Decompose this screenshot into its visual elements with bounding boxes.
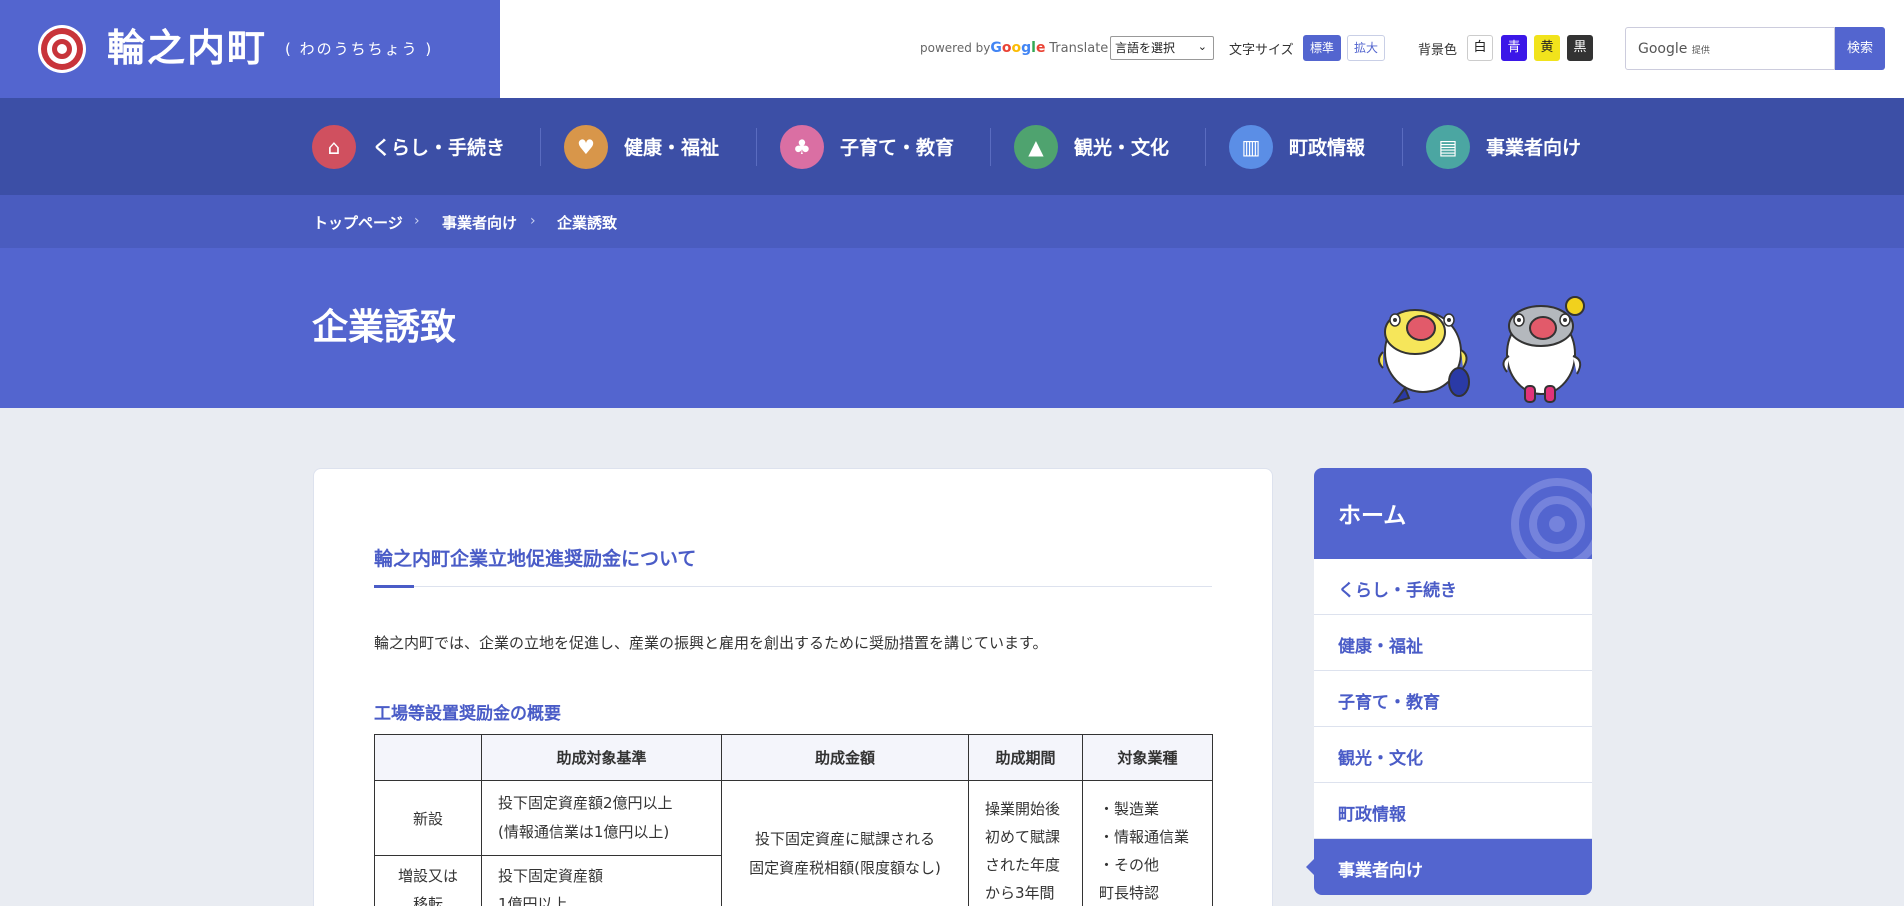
- search-input[interactable]: Google 提供: [1625, 27, 1835, 70]
- gnav-label: 観光・文化: [1074, 137, 1170, 159]
- language-select-value: 言語を選択: [1115, 41, 1176, 55]
- bg-color-label: 背景色: [1418, 43, 1458, 58]
- mountain-icon: ▲: [1014, 125, 1058, 169]
- gnav-label: 健康・福祉: [624, 137, 720, 159]
- table-header-industry: 対象業種: [1082, 734, 1213, 781]
- bg-blue-button[interactable]: 青: [1501, 35, 1527, 61]
- briefcase-icon: ▤: [1426, 125, 1470, 169]
- site-title-kana: ( わのうちちょう ): [285, 40, 434, 58]
- chevron-right-icon: ›: [530, 213, 536, 229]
- sidebar-item-label: 子育て・教育: [1338, 693, 1440, 713]
- criteria-new: 投下固定資産額2億円以上 (情報通信業は1億円以上): [481, 780, 722, 856]
- nav-divider: [540, 128, 541, 166]
- text-size-large-button[interactable]: 拡大: [1347, 35, 1386, 61]
- active-pointer: [1306, 859, 1314, 875]
- amount-cell: 投下固定資産に賦課される 固定資産税相額(限度額なし): [721, 780, 969, 906]
- nav-divider: [990, 128, 991, 166]
- building-icon: ▥: [1229, 125, 1273, 169]
- main-content-card: 輪之内町企業立地促進奨励金について 輪之内町では、企業の立地を促進し、産業の振興…: [313, 468, 1273, 906]
- table-header-empty: [374, 734, 482, 781]
- town-emblem-icon: [38, 25, 86, 73]
- bg-black-button[interactable]: 黒: [1567, 35, 1593, 61]
- gnav-label: 子育て・教育: [840, 137, 955, 159]
- sidebar-item-health[interactable]: 健康・福祉: [1314, 615, 1592, 671]
- site-logo-area[interactable]: 輪之内町 ( わのうちちょう ): [0, 0, 500, 98]
- language-select[interactable]: 言語を選択 ⌄: [1110, 36, 1214, 60]
- sidebar-item-town-govt[interactable]: 町政情報: [1314, 783, 1592, 839]
- heart-hand-icon: ♥: [564, 125, 608, 169]
- mascot-gray-fish-image: [1502, 296, 1585, 403]
- sidebar-home[interactable]: ホーム: [1314, 468, 1592, 559]
- bg-white-button[interactable]: 白: [1467, 35, 1493, 61]
- section-heading: 輪之内町企業立地促進奨励金について: [374, 548, 697, 570]
- breadcrumb-top[interactable]: トップページ: [313, 212, 403, 233]
- house-icon: ⌂: [312, 125, 356, 169]
- sidebar-item-label: 観光・文化: [1338, 749, 1423, 769]
- search-button[interactable]: 検索: [1835, 27, 1885, 70]
- sidebar-item-label: 町政情報: [1338, 805, 1406, 825]
- page-title: 企業誘致: [312, 307, 457, 348]
- chevron-right-icon: ›: [414, 213, 420, 229]
- subsection-heading: 工場等設置奨励金の概要: [374, 704, 561, 724]
- nav-divider: [756, 128, 757, 166]
- sidebar-item-label: 健康・福祉: [1338, 637, 1423, 657]
- sidebar-item-tourism[interactable]: 観光・文化: [1314, 727, 1592, 783]
- gnav-label: 事業者向け: [1486, 137, 1582, 159]
- sidebar-item-business[interactable]: 事業者向け: [1306, 839, 1592, 895]
- table-header-amount: 助成金額: [721, 734, 969, 781]
- mascot-yellow-fish-image: [1378, 309, 1470, 404]
- sidebar-home-label: ホーム: [1338, 503, 1407, 529]
- heading-divider: [374, 586, 1212, 587]
- search-placeholder: Google 提供: [1638, 41, 1710, 57]
- table-header-row: 助成対象基準 助成金額 助成期間 対象業種: [374, 734, 1213, 781]
- nav-divider: [1205, 128, 1206, 166]
- page-title-band: 企業誘致: [0, 248, 1904, 408]
- text-size-label: 文字サイズ: [1229, 43, 1294, 58]
- google-translate-credit[interactable]: powered byGoogle Translate: [920, 40, 1108, 56]
- powered-by-text: powered by: [920, 41, 991, 55]
- sidebar-item-label: 事業者向け: [1338, 861, 1423, 881]
- period-cell: 操業開始後 初めて賦課 された年度 から3年間: [968, 780, 1083, 906]
- criteria-expansion: 投下固定資産額 1億円以上: [481, 855, 722, 906]
- stroller-icon: ♣: [780, 125, 824, 169]
- breadcrumb-current: 企業誘致: [557, 214, 618, 232]
- sidebar-item-living[interactable]: くらし・手続き: [1314, 559, 1592, 615]
- site-title: 輪之内町: [107, 26, 268, 70]
- text-size-standard-button[interactable]: 標準: [1303, 35, 1342, 61]
- table-header-criteria: 助成対象基準: [481, 734, 722, 781]
- site-header: 輪之内町 ( わのうちちょう ) powered byGoogle Transl…: [0, 0, 1904, 98]
- sidebar-item-label: くらし・手続き: [1338, 581, 1457, 601]
- row-label-new: 新設: [374, 780, 482, 856]
- industry-cell: ・製造業 ・情報通信業 ・その他 町長特認: [1082, 780, 1213, 906]
- chevron-down-icon: ⌄: [1197, 40, 1207, 53]
- town-emblem-watermark-icon: [1511, 478, 1592, 559]
- google-logo: Google: [990, 40, 1046, 56]
- heading-accent: [374, 585, 414, 588]
- nav-divider: [1402, 128, 1403, 166]
- gnav-label: 町政情報: [1289, 137, 1366, 159]
- translate-text: Translate: [1049, 41, 1109, 56]
- subsidy-table: 助成対象基準 助成金額 助成期間 対象業種 新設 投下固定資産額2億円以上 (情…: [374, 734, 1213, 906]
- row-label-expansion: 増設又は 移転: [374, 855, 482, 906]
- table-row: 新設 投下固定資産額2億円以上 (情報通信業は1億円以上) 投下固定資産に賦課さ…: [374, 780, 1213, 906]
- breadcrumb: トップページ › 事業者向け › 企業誘致: [0, 195, 1904, 248]
- bg-yellow-button[interactable]: 黄: [1534, 35, 1560, 61]
- table-header-period: 助成期間: [968, 734, 1083, 781]
- global-nav: ⌂ くらし・手続き ♥ 健康・福祉 ♣ 子育て・教育 ▲ 観光・文化 ▥ 町政情…: [0, 98, 1904, 195]
- gnav-label: くらし・手続き: [372, 137, 506, 159]
- breadcrumb-business[interactable]: 事業者向け: [442, 212, 517, 233]
- sidebar-item-childcare[interactable]: 子育て・教育: [1314, 671, 1592, 727]
- lead-paragraph: 輪之内町では、企業の立地を促進し、産業の振興と雇用を創出するために奨励措置を講じ…: [374, 634, 1048, 652]
- sidebar-nav: ホーム くらし・手続き 健康・福祉 子育て・教育 観光・文化 町政情報 事業者向…: [1306, 468, 1592, 895]
